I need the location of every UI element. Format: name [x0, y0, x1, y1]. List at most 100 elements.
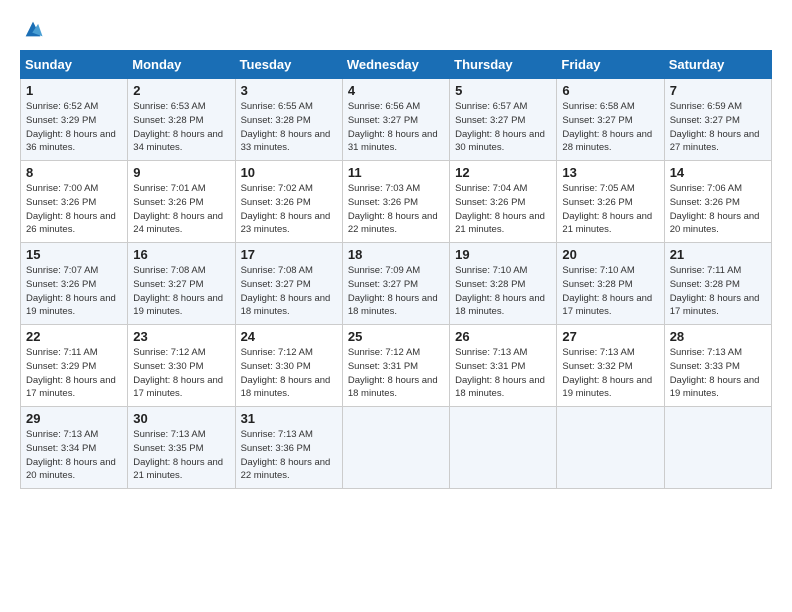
day-info: Sunrise: 7:05 AM Sunset: 3:26 PM Dayligh…: [562, 182, 659, 237]
day-info: Sunrise: 7:08 AM Sunset: 3:27 PM Dayligh…: [133, 264, 230, 319]
day-info: Sunrise: 6:59 AM Sunset: 3:27 PM Dayligh…: [670, 100, 767, 155]
day-info: Sunrise: 6:55 AM Sunset: 3:28 PM Dayligh…: [241, 100, 338, 155]
calendar-cell: 27 Sunrise: 7:13 AM Sunset: 3:32 PM Dayl…: [557, 325, 664, 407]
day-info: Sunrise: 7:11 AM Sunset: 3:28 PM Dayligh…: [670, 264, 767, 319]
day-info: Sunrise: 7:13 AM Sunset: 3:32 PM Dayligh…: [562, 346, 659, 401]
day-number: 23: [133, 329, 230, 344]
calendar-cell: 17 Sunrise: 7:08 AM Sunset: 3:27 PM Dayl…: [235, 243, 342, 325]
calendar-cell: 20 Sunrise: 7:10 AM Sunset: 3:28 PM Dayl…: [557, 243, 664, 325]
page: SundayMondayTuesdayWednesdayThursdayFrid…: [0, 0, 792, 612]
day-info: Sunrise: 7:10 AM Sunset: 3:28 PM Dayligh…: [562, 264, 659, 319]
calendar-cell: 12 Sunrise: 7:04 AM Sunset: 3:26 PM Dayl…: [450, 161, 557, 243]
calendar-table: SundayMondayTuesdayWednesdayThursdayFrid…: [20, 50, 772, 489]
col-header-saturday: Saturday: [664, 51, 771, 79]
calendar-cell: [557, 407, 664, 489]
day-info: Sunrise: 7:02 AM Sunset: 3:26 PM Dayligh…: [241, 182, 338, 237]
day-info: Sunrise: 6:57 AM Sunset: 3:27 PM Dayligh…: [455, 100, 552, 155]
day-info: Sunrise: 6:53 AM Sunset: 3:28 PM Dayligh…: [133, 100, 230, 155]
calendar-cell: 26 Sunrise: 7:13 AM Sunset: 3:31 PM Dayl…: [450, 325, 557, 407]
calendar-cell: 5 Sunrise: 6:57 AM Sunset: 3:27 PM Dayli…: [450, 79, 557, 161]
day-info: Sunrise: 6:58 AM Sunset: 3:27 PM Dayligh…: [562, 100, 659, 155]
calendar-cell: 18 Sunrise: 7:09 AM Sunset: 3:27 PM Dayl…: [342, 243, 449, 325]
col-header-monday: Monday: [128, 51, 235, 79]
day-number: 22: [26, 329, 123, 344]
calendar-cell: 6 Sunrise: 6:58 AM Sunset: 3:27 PM Dayli…: [557, 79, 664, 161]
col-header-sunday: Sunday: [21, 51, 128, 79]
calendar-week-row: 1 Sunrise: 6:52 AM Sunset: 3:29 PM Dayli…: [21, 79, 772, 161]
calendar-cell: 15 Sunrise: 7:07 AM Sunset: 3:26 PM Dayl…: [21, 243, 128, 325]
day-info: Sunrise: 7:11 AM Sunset: 3:29 PM Dayligh…: [26, 346, 123, 401]
day-info: Sunrise: 7:00 AM Sunset: 3:26 PM Dayligh…: [26, 182, 123, 237]
day-info: Sunrise: 7:01 AM Sunset: 3:26 PM Dayligh…: [133, 182, 230, 237]
logo-icon: [22, 18, 44, 40]
day-number: 13: [562, 165, 659, 180]
day-number: 10: [241, 165, 338, 180]
calendar-cell: [450, 407, 557, 489]
day-number: 28: [670, 329, 767, 344]
calendar-cell: 13 Sunrise: 7:05 AM Sunset: 3:26 PM Dayl…: [557, 161, 664, 243]
calendar-week-row: 8 Sunrise: 7:00 AM Sunset: 3:26 PM Dayli…: [21, 161, 772, 243]
day-number: 19: [455, 247, 552, 262]
col-header-thursday: Thursday: [450, 51, 557, 79]
calendar-cell: 19 Sunrise: 7:10 AM Sunset: 3:28 PM Dayl…: [450, 243, 557, 325]
day-number: 7: [670, 83, 767, 98]
day-number: 24: [241, 329, 338, 344]
calendar-cell: 8 Sunrise: 7:00 AM Sunset: 3:26 PM Dayli…: [21, 161, 128, 243]
calendar-cell: 11 Sunrise: 7:03 AM Sunset: 3:26 PM Dayl…: [342, 161, 449, 243]
calendar-cell: [664, 407, 771, 489]
col-header-wednesday: Wednesday: [342, 51, 449, 79]
day-info: Sunrise: 7:08 AM Sunset: 3:27 PM Dayligh…: [241, 264, 338, 319]
calendar-cell: 9 Sunrise: 7:01 AM Sunset: 3:26 PM Dayli…: [128, 161, 235, 243]
day-info: Sunrise: 7:13 AM Sunset: 3:33 PM Dayligh…: [670, 346, 767, 401]
calendar-cell: 2 Sunrise: 6:53 AM Sunset: 3:28 PM Dayli…: [128, 79, 235, 161]
day-number: 17: [241, 247, 338, 262]
day-info: Sunrise: 7:06 AM Sunset: 3:26 PM Dayligh…: [670, 182, 767, 237]
calendar-header-row: SundayMondayTuesdayWednesdayThursdayFrid…: [21, 51, 772, 79]
calendar-cell: 30 Sunrise: 7:13 AM Sunset: 3:35 PM Dayl…: [128, 407, 235, 489]
day-number: 16: [133, 247, 230, 262]
calendar-cell: 29 Sunrise: 7:13 AM Sunset: 3:34 PM Dayl…: [21, 407, 128, 489]
day-info: Sunrise: 7:13 AM Sunset: 3:34 PM Dayligh…: [26, 428, 123, 483]
day-number: 30: [133, 411, 230, 426]
day-number: 20: [562, 247, 659, 262]
day-number: 6: [562, 83, 659, 98]
day-number: 1: [26, 83, 123, 98]
calendar-cell: 22 Sunrise: 7:11 AM Sunset: 3:29 PM Dayl…: [21, 325, 128, 407]
day-number: 4: [348, 83, 445, 98]
calendar-cell: 4 Sunrise: 6:56 AM Sunset: 3:27 PM Dayli…: [342, 79, 449, 161]
day-info: Sunrise: 7:12 AM Sunset: 3:30 PM Dayligh…: [133, 346, 230, 401]
day-info: Sunrise: 7:04 AM Sunset: 3:26 PM Dayligh…: [455, 182, 552, 237]
header: [20, 18, 772, 40]
day-number: 14: [670, 165, 767, 180]
day-number: 31: [241, 411, 338, 426]
col-header-friday: Friday: [557, 51, 664, 79]
calendar-week-row: 22 Sunrise: 7:11 AM Sunset: 3:29 PM Dayl…: [21, 325, 772, 407]
day-info: Sunrise: 7:10 AM Sunset: 3:28 PM Dayligh…: [455, 264, 552, 319]
day-info: Sunrise: 6:56 AM Sunset: 3:27 PM Dayligh…: [348, 100, 445, 155]
calendar-week-row: 15 Sunrise: 7:07 AM Sunset: 3:26 PM Dayl…: [21, 243, 772, 325]
calendar-cell: 1 Sunrise: 6:52 AM Sunset: 3:29 PM Dayli…: [21, 79, 128, 161]
day-info: Sunrise: 7:13 AM Sunset: 3:35 PM Dayligh…: [133, 428, 230, 483]
calendar-cell: 25 Sunrise: 7:12 AM Sunset: 3:31 PM Dayl…: [342, 325, 449, 407]
day-info: Sunrise: 6:52 AM Sunset: 3:29 PM Dayligh…: [26, 100, 123, 155]
logo: [20, 18, 44, 40]
calendar-week-row: 29 Sunrise: 7:13 AM Sunset: 3:34 PM Dayl…: [21, 407, 772, 489]
day-info: Sunrise: 7:13 AM Sunset: 3:31 PM Dayligh…: [455, 346, 552, 401]
calendar-cell: 31 Sunrise: 7:13 AM Sunset: 3:36 PM Dayl…: [235, 407, 342, 489]
day-number: 5: [455, 83, 552, 98]
calendar-cell: 28 Sunrise: 7:13 AM Sunset: 3:33 PM Dayl…: [664, 325, 771, 407]
day-info: Sunrise: 7:12 AM Sunset: 3:31 PM Dayligh…: [348, 346, 445, 401]
calendar-cell: 23 Sunrise: 7:12 AM Sunset: 3:30 PM Dayl…: [128, 325, 235, 407]
col-header-tuesday: Tuesday: [235, 51, 342, 79]
day-number: 25: [348, 329, 445, 344]
day-info: Sunrise: 7:07 AM Sunset: 3:26 PM Dayligh…: [26, 264, 123, 319]
day-number: 27: [562, 329, 659, 344]
day-info: Sunrise: 7:12 AM Sunset: 3:30 PM Dayligh…: [241, 346, 338, 401]
day-number: 2: [133, 83, 230, 98]
calendar-cell: 7 Sunrise: 6:59 AM Sunset: 3:27 PM Dayli…: [664, 79, 771, 161]
day-info: Sunrise: 7:13 AM Sunset: 3:36 PM Dayligh…: [241, 428, 338, 483]
calendar-cell: 16 Sunrise: 7:08 AM Sunset: 3:27 PM Dayl…: [128, 243, 235, 325]
day-number: 3: [241, 83, 338, 98]
day-info: Sunrise: 7:09 AM Sunset: 3:27 PM Dayligh…: [348, 264, 445, 319]
day-number: 9: [133, 165, 230, 180]
